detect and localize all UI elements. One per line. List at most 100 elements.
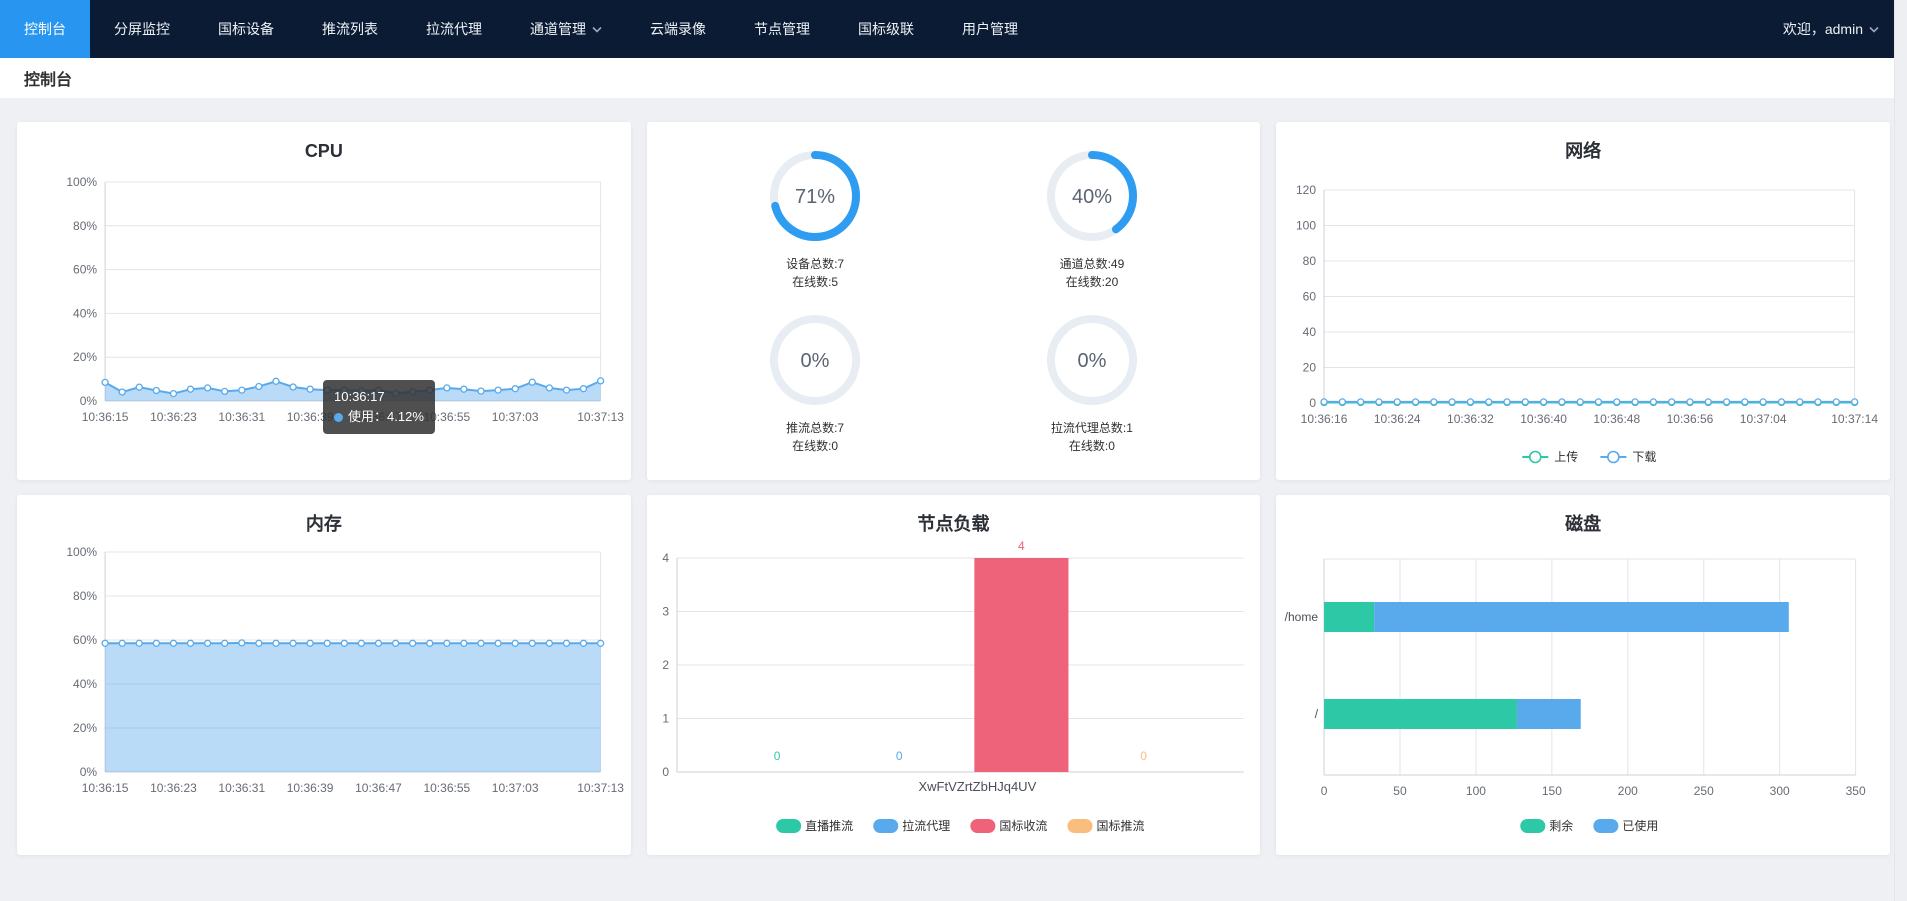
bar-国标收流[interactable] (974, 558, 1068, 772)
svg-text:直播推流: 直播推流 (805, 819, 853, 833)
legend-item-国标收流[interactable]: 国标收流 (970, 819, 1047, 833)
legend-item-下载[interactable]: 下载 (1601, 450, 1657, 464)
memory-area-chart[interactable]: 0%20%40%60%80%100%10:36:1510:36:2310:36:… (17, 539, 631, 855)
disk-bar-剩余[interactable] (1324, 699, 1517, 729)
cpu-line-chart[interactable]: 0%20%40%60%80%100%10:36:1510:36:2310:36:… (17, 166, 631, 480)
nav-item-cloud-record[interactable]: 云端录像 (626, 0, 730, 58)
svg-text:20%: 20% (73, 350, 97, 364)
gauge-total-label: 拉流代理总数:1 (1051, 419, 1133, 437)
welcome-text: 欢迎，admin (1783, 19, 1863, 39)
panel-memory: 内存 0%20%40%60%80%100%10:36:1510:36:2310:… (17, 495, 631, 855)
svg-text:100%: 100% (66, 175, 97, 189)
svg-text:40: 40 (1303, 325, 1317, 339)
svg-text:120: 120 (1296, 183, 1316, 197)
nav-item-node-mgmt[interactable]: 节点管理 (730, 0, 834, 58)
node-load-chart-title: 节点负载 (647, 495, 1261, 539)
legend-item-直播推流[interactable]: 直播推流 (776, 819, 853, 833)
svg-text:国标收流: 国标收流 (999, 819, 1047, 833)
breadcrumb: 控制台 (0, 58, 1907, 98)
svg-text:300: 300 (1770, 784, 1790, 798)
gauge-online-label: 在线数:0 (786, 437, 844, 455)
nav-item-gb-devices[interactable]: 国标设备 (194, 0, 298, 58)
disk-chart-title: 磁盘 (1276, 495, 1890, 539)
gauge-2: 0%推流总数:7在线数:0 (677, 300, 954, 464)
svg-text:剩余: 剩余 (1550, 818, 1574, 833)
svg-text:3: 3 (662, 605, 669, 619)
nav-item-gb-cascade[interactable]: 国标级联 (834, 0, 938, 58)
svg-text:10:36:56: 10:36:56 (1667, 412, 1714, 426)
gauge-grid: 71%设备总数:7在线数:5 40% 通道总数:49在线数:20 0%推流总数:7在线… (647, 122, 1261, 480)
nav-item-split-screen[interactable]: 分屏监控 (90, 0, 194, 58)
disk-bar-已使用[interactable] (1517, 699, 1581, 729)
svg-text:10:36:31: 10:36:31 (218, 781, 265, 795)
svg-text:40%: 40% (73, 306, 97, 320)
svg-text:20%: 20% (73, 721, 97, 735)
legend-item-国标推流[interactable]: 国标推流 (1067, 819, 1144, 833)
panel-disk: 磁盘 050100150200250300350/home/剩余已使用 (1276, 495, 1890, 855)
nav-item-push-list[interactable]: 推流列表 (298, 0, 402, 58)
disk-bar-已使用[interactable] (1375, 602, 1790, 632)
nav-item-pull-proxy[interactable]: 拉流代理 (402, 0, 506, 58)
nav-item-label: 分屏监控 (114, 19, 170, 39)
svg-text:拉流代理: 拉流代理 (902, 818, 950, 833)
svg-text:71%: 71% (795, 186, 835, 208)
svg-text:XwFtVZrtZbHJq4UV: XwFtVZrtZbHJq4UV (918, 779, 1036, 794)
nav-item-label: 国标设备 (218, 19, 274, 39)
svg-text:0: 0 (1321, 784, 1328, 798)
svg-text:国标推流: 国标推流 (1096, 819, 1144, 833)
svg-text:10:36:55: 10:36:55 (423, 410, 470, 424)
svg-text:4: 4 (662, 551, 669, 565)
panel-cpu: CPU 0%20%40%60%80%100%10:36:1510:36:2310… (17, 122, 631, 480)
network-line-chart[interactable]: 02040608010012010:36:1610:36:2410:36:321… (1276, 166, 1890, 480)
svg-text:4: 4 (1018, 539, 1025, 553)
svg-text:40%: 40% (1072, 186, 1112, 208)
svg-text:0%: 0% (80, 765, 98, 779)
nav-item-user-mgmt[interactable]: 用户管理 (938, 0, 1042, 58)
gauge-online-label: 在线数:20 (1060, 273, 1125, 291)
memory-chart-title: 内存 (17, 495, 631, 539)
svg-text:10:37:14: 10:37:14 (1832, 412, 1879, 426)
svg-text:10:36:47: 10:36:47 (355, 781, 402, 795)
svg-text:0: 0 (896, 749, 903, 763)
gauge-3: 0%拉流代理总数:1在线数:0 (953, 300, 1230, 464)
svg-text:60: 60 (1303, 290, 1317, 304)
svg-text:10:37:13: 10:37:13 (577, 410, 624, 424)
nav-item-label: 节点管理 (754, 19, 810, 39)
nav-item-console[interactable]: 控制台 (0, 0, 90, 58)
user-menu[interactable]: 欢迎，admin (1755, 0, 1907, 58)
nav-item-label: 国标级联 (858, 19, 914, 39)
svg-text:50: 50 (1394, 784, 1408, 798)
chevron-down-icon (592, 26, 602, 33)
gauge-total-label: 通道总数:49 (1060, 255, 1125, 273)
svg-text:10:36:47: 10:36:47 (355, 410, 402, 424)
svg-text:10:36:55: 10:36:55 (423, 781, 470, 795)
svg-text:100: 100 (1466, 784, 1486, 798)
nav-item-channel-mgmt[interactable]: 通道管理 (506, 0, 626, 58)
svg-text:10:36:15: 10:36:15 (82, 410, 129, 424)
legend-item-上传[interactable]: 上传 (1523, 449, 1579, 464)
gauge-0: 71%设备总数:7在线数:5 (677, 136, 954, 300)
svg-text:10:36:39: 10:36:39 (287, 410, 334, 424)
legend-item-拉流代理[interactable]: 拉流代理 (873, 818, 950, 833)
gauge-ring-icon: 71% (765, 146, 865, 246)
svg-text:1: 1 (662, 712, 669, 726)
svg-text:10:36:40: 10:36:40 (1521, 412, 1568, 426)
svg-text:20: 20 (1303, 361, 1317, 375)
disk-hbar-chart[interactable]: 050100150200250300350/home/剩余已使用 (1276, 539, 1890, 855)
scrollbar-track[interactable] (1894, 0, 1907, 901)
svg-text:0: 0 (1140, 749, 1147, 763)
svg-text:10:37:03: 10:37:03 (492, 410, 539, 424)
legend-item-剩余[interactable]: 剩余 (1521, 818, 1574, 833)
svg-text:10:37:03: 10:37:03 (492, 781, 539, 795)
svg-text:10:36:15: 10:36:15 (82, 781, 129, 795)
nav-item-label: 控制台 (24, 19, 66, 39)
legend-item-已使用[interactable]: 已使用 (1594, 818, 1659, 833)
svg-text:0: 0 (773, 749, 780, 763)
disk-bar-剩余[interactable] (1324, 602, 1374, 632)
nav-item-label: 通道管理 (530, 19, 586, 39)
gauge-ring-icon: 0% (1042, 310, 1142, 410)
svg-text:10:37:04: 10:37:04 (1740, 412, 1787, 426)
svg-text:0%: 0% (1077, 350, 1106, 372)
node-load-bar-chart[interactable]: 012340040XwFtVZrtZbHJq4UV直播推流拉流代理国标收流国标推… (647, 539, 1261, 855)
svg-text:/: / (1315, 707, 1319, 721)
